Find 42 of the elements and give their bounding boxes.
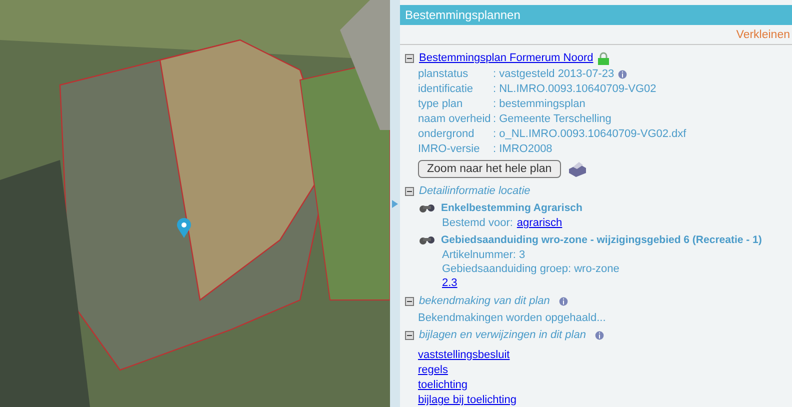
plan-title-link[interactable]: Bestemmingsplan Formerum Noord [419,52,594,64]
lock-icon [598,52,610,64]
collapse-toggle-icon[interactable] [405,296,414,306]
section-title: bekendmaking van dit plan [419,295,550,307]
zoning-title: Enkelbestemming Agrarisch [441,202,582,214]
zoning-title: Gebiedsaanduiding wro-zone - wijzigingsgebied 6 (Recreatie - 1) [441,234,762,246]
info-icon[interactable] [558,296,568,306]
detail-text: Gebiedsaanduiding groep: wro-zone [442,262,620,276]
property-label: naam overheid [418,112,492,126]
printer-icon[interactable] [566,161,587,177]
property-label: type plan [418,97,464,111]
detail-link[interactable]: 2.3 [442,276,458,290]
collapse-toggle-icon[interactable] [405,186,414,196]
property-label: ondergrond [418,127,476,141]
info-icon[interactable] [618,70,628,78]
property-label: IMRO-versie [418,142,481,156]
section-title: Detailinformatie locatie [419,185,530,197]
panel-title: Bestemmingsplannen [400,5,792,25]
document-link[interactable]: regels [418,364,448,376]
detail-text: Bestemd voor: [442,216,513,230]
binoculars-icon [419,204,436,212]
detail-link[interactable]: agrarisch [516,216,562,230]
document-link[interactable]: bijlage bij toelichting [418,394,516,406]
property-label: identificatie [418,82,474,96]
property-value: : Gemeente Terschelling [493,112,612,126]
zoom-button[interactable]: Zoom naar het hele plan [418,160,561,178]
map-pin-icon[interactable] [177,218,191,238]
status-message: Bekendmakingen worden opgehaald... [417,312,606,324]
document-link[interactable]: vaststellingsbesluit [418,349,510,361]
property-label: planstatus [418,67,470,81]
property-value: : o_NL.IMRO.0093.10640709-VG02.dxf [493,127,686,141]
collapse-toggle-icon[interactable] [405,330,414,340]
binoculars-icon [419,236,436,244]
property-value: : NL.IMRO.0093.10640709-VG02 [493,82,656,96]
collapse-toggle-icon[interactable] [405,54,414,62]
document-link[interactable]: toelichting [418,379,468,391]
property-value: : bestemmingsplan [493,97,586,111]
info-icon[interactable] [594,330,604,340]
detail-text: Artikelnummer: 3 [442,248,526,262]
property-value: : IMRO2008 [493,142,552,156]
property-value: : vastgesteld 2013-07-23 [493,67,614,81]
section-title: bijlagen en verwijzingen in dit plan [419,329,586,341]
